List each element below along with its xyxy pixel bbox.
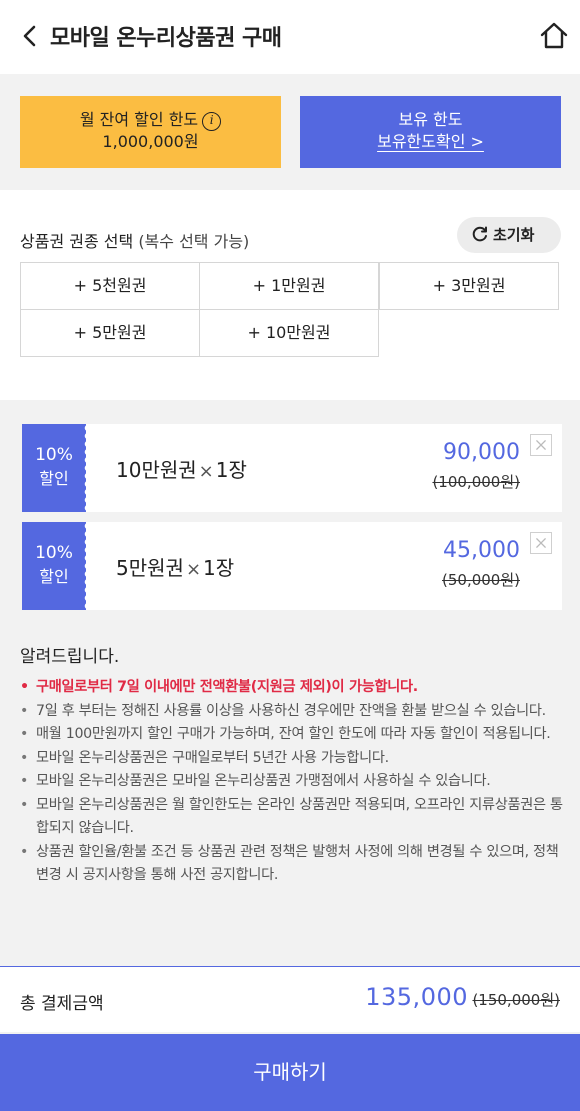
holding-limit-label: 보유 한도 [398, 110, 463, 129]
voucher-select-section: 상품권 권종 선택 (복수 선택 가능) 초기화 + 5천원권 + 1만원권 +… [0, 190, 580, 400]
times-sign: × [185, 559, 202, 580]
discount-label: 할인 [39, 567, 69, 586]
notice-section: 알려드립니다. 구매일로부터 7일 이내에만 전액환불(지원금 제외)이 가능합… [0, 624, 580, 966]
item-name: 5만원권 × 1장 [116, 552, 234, 581]
page-title: 모바일 온누리상품권 구매 [50, 26, 282, 51]
total-section: 총 결제금액 135,000 (150,000원) [0, 966, 580, 1032]
monthly-limit-value: 1,000,000원 [102, 132, 199, 151]
notice-item: 모바일 온누리상품권은 월 할인한도는 온라인 상품권만 적용되며, 오프라인 … [20, 794, 565, 841]
voucher-select-subtitle: (복수 선택 가능) [138, 232, 250, 251]
app-header: 모바일 온누리상품권 구매 [0, 0, 580, 74]
option-10k-button[interactable]: + 1만원권 [199, 262, 379, 310]
discount-percent: 10% [35, 445, 73, 465]
discount-tag: 10% 할인 [22, 424, 86, 512]
item-voucher: 10만원권 [116, 458, 197, 482]
cart-list: 10% 할인 10만원권 × 1장 90,000 (100,000원) 10% 할인… [0, 402, 580, 624]
monthly-limit-card: 월 잔여 할인 한도 i 1,000,000원 [20, 96, 281, 168]
reset-button[interactable]: 초기화 [457, 217, 561, 253]
info-icon[interactable]: i [202, 112, 222, 131]
notice-item-refund: 구매일로부터 7일 이내에만 전액환불(지원금 제외)이 가능합니다. [20, 676, 565, 700]
cart-item: 10% 할인 10만원권 × 1장 90,000 (100,000원) [22, 424, 562, 512]
notice-title: 알려드립니다. [20, 647, 120, 667]
option-30k-button[interactable]: + 3만원권 [379, 262, 559, 310]
item-voucher: 5만원권 [116, 556, 184, 580]
close-icon[interactable] [530, 532, 552, 554]
voucher-select-heading: 상품권 권종 선택 [20, 232, 134, 251]
option-5k-button[interactable]: + 5천원권 [20, 262, 200, 310]
holding-limit-card: 보유 한도 보유한도확인 > [300, 96, 561, 168]
item-quantity: 1장 [215, 458, 247, 482]
total-original-amount: (150,000원) [472, 991, 560, 1009]
voucher-select-title: 상품권 권종 선택 (복수 선택 가능) [20, 228, 249, 252]
refresh-icon [472, 226, 487, 242]
total-amount: 135,000 [365, 983, 468, 1011]
chevron-left-icon[interactable] [18, 22, 44, 50]
notice-item: 모바일 온누리상품권은 모바일 온누리상품권 가맹점에서 사용하실 수 있습니다… [20, 770, 565, 794]
notice-list: 구매일로부터 7일 이내에만 전액환불(지원금 제외)이 가능합니다. 7일 후… [20, 676, 565, 888]
monthly-limit-label: 월 잔여 할인 한도 [79, 110, 199, 129]
cart-item: 10% 할인 5만원권 × 1장 45,000 (50,000원) [22, 522, 562, 610]
tag-perforation [80, 424, 88, 512]
times-sign: × [198, 461, 214, 482]
notice-item: 모바일 온누리상품권은 구매일로부터 5년간 사용 가능합니다. [20, 747, 565, 771]
item-original-price: (100,000원) [432, 473, 520, 491]
item-price: 45,000 [443, 538, 520, 563]
limit-summary: 월 잔여 할인 한도 i 1,000,000원 보유 한도 보유한도확인 > [0, 74, 580, 190]
holding-limit-link[interactable]: 보유한도확인 > [377, 132, 484, 151]
discount-percent: 10% [35, 543, 73, 563]
item-price: 90,000 [443, 440, 520, 465]
option-50k-button[interactable]: + 5만원권 [20, 309, 200, 357]
reset-label: 초기화 [493, 226, 535, 244]
discount-label: 할인 [39, 469, 69, 488]
total-label: 총 결제금액 [20, 994, 104, 1014]
notice-item: 7일 후 부터는 정해진 사용률 이상을 사용하신 경우에만 잔액을 환불 받으… [20, 700, 565, 724]
notice-item: 매월 100만원까지 할인 구매가 가능하며, 잔여 할인 한도에 따라 자동 … [20, 723, 565, 747]
discount-tag: 10% 할인 [22, 522, 86, 610]
item-original-price: (50,000원) [442, 571, 520, 589]
item-name: 10만원권 × 1장 [116, 454, 247, 483]
buy-button[interactable]: 구매하기 [0, 1034, 580, 1111]
item-quantity: 1장 [203, 556, 235, 580]
notice-item: 상품권 할인율/환불 조건 등 상품권 관련 정책은 발행처 사정에 의해 변경… [20, 841, 565, 888]
option-100k-button[interactable]: + 10만원권 [199, 309, 379, 357]
close-icon[interactable] [530, 434, 552, 456]
tag-perforation [80, 522, 88, 610]
home-icon[interactable] [538, 20, 570, 52]
